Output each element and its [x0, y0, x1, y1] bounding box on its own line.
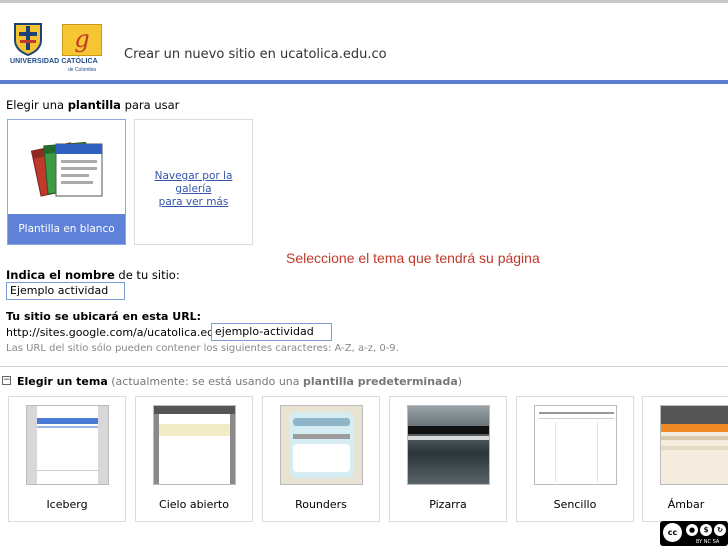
section-divider	[0, 366, 728, 367]
theme-pizarra-thumbnail	[407, 405, 490, 485]
theme-name: Ámbar	[667, 498, 705, 511]
site-url-label-text: Tu sitio se ubicará en esta URL:	[6, 310, 202, 323]
template-label-bold: plantilla	[67, 98, 121, 112]
template-label-post: para usar	[120, 98, 180, 112]
gallery-link-line1: Navegar por la galería	[154, 170, 233, 195]
theme-rounders-thumbnail	[280, 405, 363, 485]
creative-commons-badge: cc ● $ ↻ BY NC SA	[660, 521, 728, 546]
page-title: Crear un nuevo sitio en ucatolica.edu.co	[124, 47, 387, 62]
theme-cielo-abierto-thumbnail	[153, 405, 236, 485]
site-pages-icon	[30, 141, 103, 197]
theme-name: Iceberg	[46, 498, 88, 511]
template-label-pre: Elegir una	[6, 98, 68, 112]
gallery-template-option[interactable]: Navegar por la galería para ver más	[134, 119, 253, 245]
theme-note-bold: plantilla predeterminada	[303, 375, 458, 388]
theme-iceberg[interactable]: Iceberg	[8, 396, 126, 522]
theme-name: Cielo abierto	[159, 498, 229, 511]
theme-label-bold: Elegir un tema	[17, 375, 108, 388]
theme-sencillo-thumbnail	[534, 405, 617, 485]
theme-sencillo[interactable]: Sencillo	[516, 396, 634, 522]
university-crest-icon	[14, 23, 42, 56]
site-url-hint: Las URL del sitio sólo pueden contener l…	[6, 343, 399, 354]
google-apps-logo: g	[62, 24, 102, 56]
logo-university-name: UNIVERSIDAD CATÓLICA	[10, 58, 98, 65]
theme-name: Rounders	[295, 498, 347, 511]
template-section-label: Elegir una plantilla para usar	[6, 98, 179, 112]
blank-template-option[interactable]: Plantilla en blanco	[7, 119, 126, 245]
attribution-icon: ●	[686, 524, 698, 536]
site-name-label-post: de tu sitio:	[114, 268, 180, 282]
site-name-input[interactable]: Ejemplo actividad	[6, 282, 125, 300]
theme-name: Sencillo	[553, 498, 597, 511]
site-url-prefix: http://sites.google.com/a/ucatolica.edu.…	[6, 326, 242, 339]
site-name-label: Indica el nombre de tu sitio:	[6, 268, 180, 282]
theme-ambar-thumbnail	[660, 405, 728, 485]
theme-pizarra[interactable]: Pizarra	[389, 396, 507, 522]
theme-name: Pizarra	[429, 498, 467, 511]
logo-university-subname: de Colombia	[68, 67, 97, 73]
collapse-icon[interactable]: −	[2, 376, 11, 385]
site-url-label: Tu sitio se ubicará en esta URL:	[6, 310, 201, 323]
theme-cielo-abierto[interactable]: Cielo abierto	[135, 396, 253, 522]
ucatolica-logo: g UNIVERSIDAD CATÓLICA de Colombia	[10, 22, 110, 74]
header-divider-bar	[0, 80, 728, 84]
gallery-link-line2: para ver más	[158, 196, 229, 208]
sharealike-icon: ↻	[714, 524, 726, 536]
theme-ambar[interactable]: Ámbar	[642, 396, 728, 522]
cc-icon: cc	[663, 523, 682, 542]
noncommercial-icon: $	[700, 524, 712, 536]
site-url-input[interactable]: ejemplo-actividad	[211, 323, 332, 341]
theme-note-post: )	[457, 375, 463, 388]
top-border	[0, 0, 728, 3]
theme-iceberg-thumbnail	[26, 405, 109, 485]
cc-license-terms: BY NC SA	[696, 539, 720, 545]
browse-gallery-link[interactable]: Navegar por la galería para ver más	[139, 170, 248, 209]
theme-section-label: Elegir un tema (actualmente: se está usa…	[17, 375, 462, 388]
blank-template-caption: Plantilla en blanco	[8, 214, 125, 244]
theme-instruction-annotation: Seleccione el tema que tendrá su página	[286, 250, 540, 266]
theme-rounders[interactable]: Rounders	[262, 396, 380, 522]
site-name-label-bold: Indica el nombre	[6, 268, 115, 282]
theme-note-pre: (actualmente: se está usando una	[107, 375, 303, 388]
